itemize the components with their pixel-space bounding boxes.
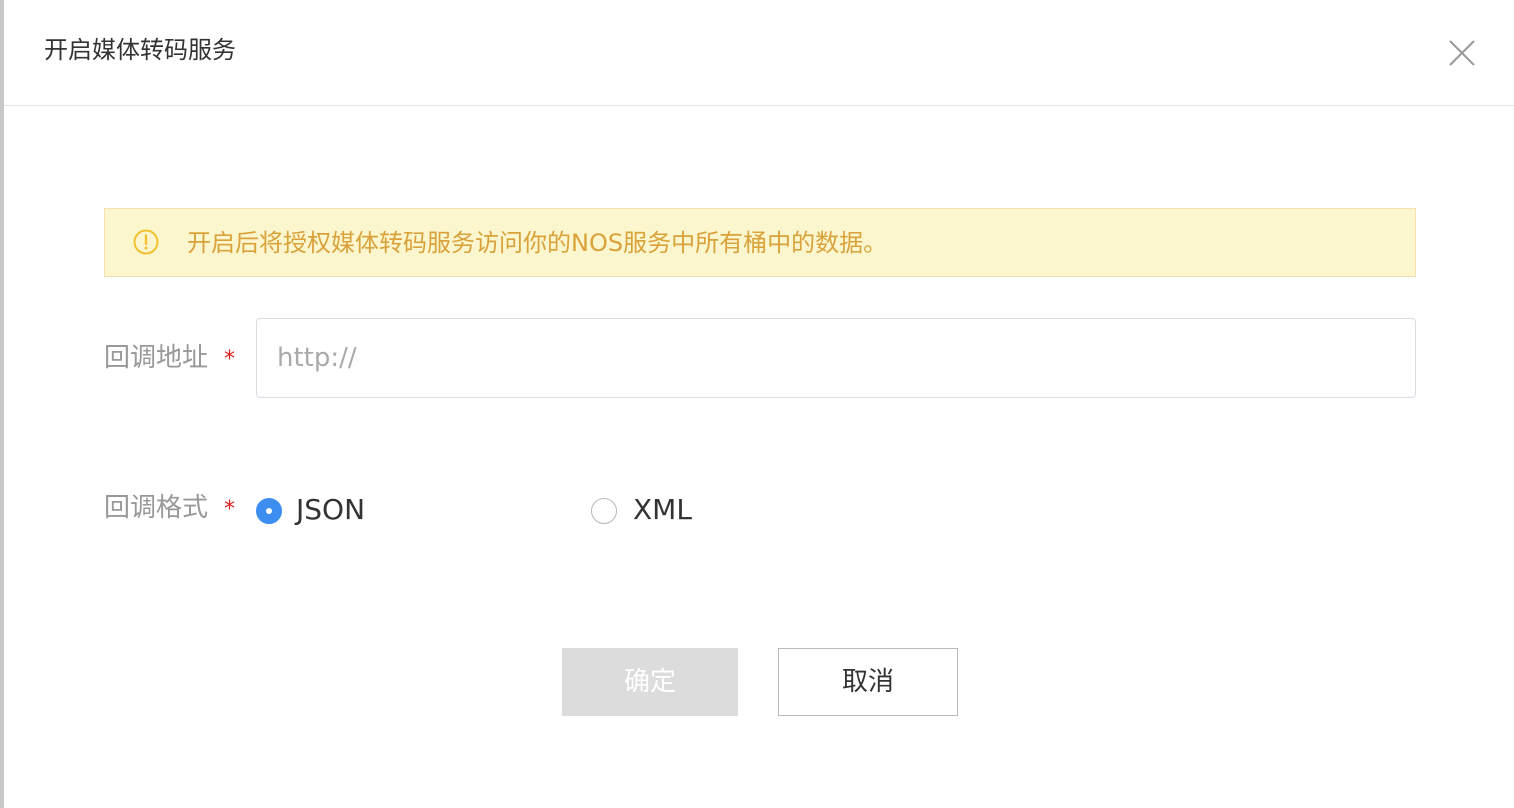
permission-alert: 开启后将授权媒体转码服务访问你的NOS服务中所有桶中的数据。: [104, 208, 1416, 277]
radio-json-label[interactable]: JSON: [296, 492, 365, 528]
cancel-button[interactable]: 取消: [778, 648, 958, 716]
close-icon: [1449, 40, 1475, 66]
warning-circle-icon: [133, 229, 159, 255]
radio-xml-label[interactable]: XML: [633, 492, 692, 528]
callback-format-label: 回调格式: [104, 493, 209, 523]
media-transcode-dialog: 开启媒体转码服务 开启后将授权媒体转码服务访问你的NOS服务中所有桶中的数据。 …: [4, 0, 1514, 808]
dialog-title: 开启媒体转码服务: [44, 36, 236, 64]
radio-json[interactable]: [256, 498, 282, 524]
close-button[interactable]: [1444, 35, 1480, 71]
confirm-button[interactable]: 确定: [562, 648, 738, 716]
radio-xml[interactable]: [591, 498, 617, 524]
callback-url-input[interactable]: [256, 318, 1416, 398]
dialog-header: 开启媒体转码服务: [4, 0, 1514, 106]
callback-url-label: 回调地址: [104, 343, 209, 373]
required-mark: *: [224, 347, 235, 372]
required-mark: *: [224, 497, 235, 522]
alert-message: 开启后将授权媒体转码服务访问你的NOS服务中所有桶中的数据。: [187, 229, 888, 257]
